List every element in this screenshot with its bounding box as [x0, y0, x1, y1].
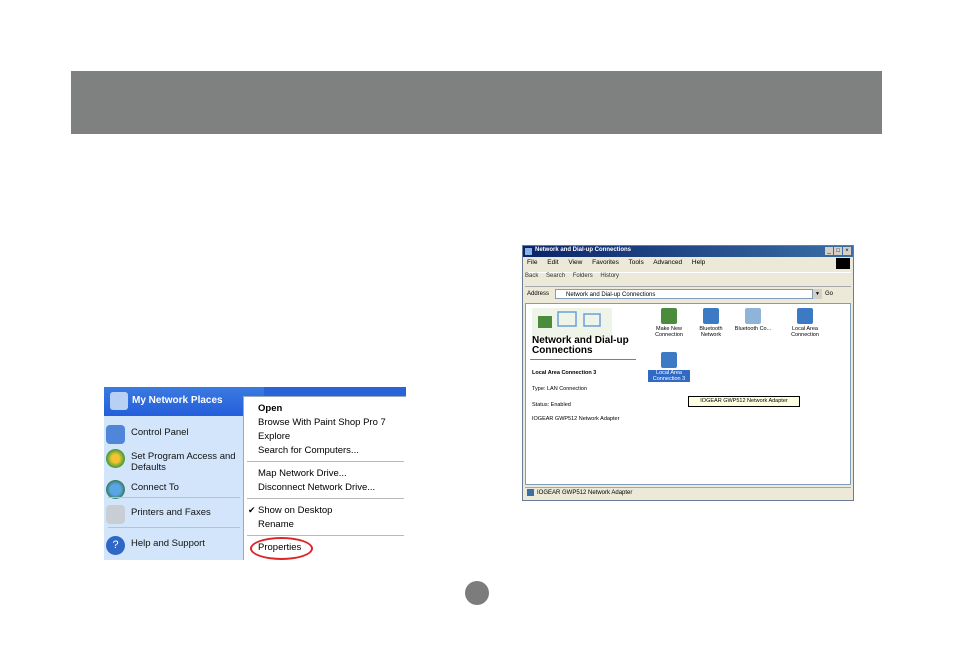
folder-content: Network and Dial-up Connections Local Ar…	[525, 303, 851, 485]
context-menu-item-show-on-desktop[interactable]: Show on Desktop	[258, 505, 332, 516]
status-network-icon	[527, 488, 534, 496]
bluetooth-network-item[interactable]: Bluetooth Network	[690, 308, 732, 338]
icon-label: Local Area Connection 3	[648, 370, 690, 382]
bluetooth-connection-item[interactable]: Bluetooth Co...	[732, 308, 774, 332]
minimize-icon[interactable]: _	[825, 247, 833, 255]
start-menu-item-label: Help and Support	[131, 538, 205, 549]
windows-logo-icon	[836, 258, 850, 269]
address-bar: Address Network and Dial-up Connections …	[525, 288, 851, 301]
start-menu-item-control-panel[interactable]: Control Panel	[106, 423, 242, 447]
network-connection-icon	[797, 308, 813, 324]
search-button[interactable]: Search	[546, 273, 565, 279]
help-icon: ?	[106, 536, 125, 555]
explorer-window-screenshot: Network and Dial-up Connections _ □ × Fi…	[522, 245, 854, 501]
menu-bar: File Edit View Favorites Tools Advanced …	[527, 259, 849, 269]
context-menu-item-explore[interactable]: Explore	[258, 431, 290, 442]
menu-favorites[interactable]: Favorites	[592, 259, 619, 266]
icon-label: Make New Connection	[655, 326, 683, 338]
network-places-icon	[110, 392, 128, 410]
context-menu-divider	[247, 461, 404, 462]
network-connection-icon	[661, 352, 677, 368]
history-button[interactable]: History	[600, 273, 619, 279]
control-panel-icon	[106, 425, 125, 444]
header-band	[71, 71, 882, 134]
start-menu-item-help[interactable]: ? Help and Support	[106, 534, 242, 558]
context-menu-divider	[247, 535, 404, 536]
context-menu-item-map-drive[interactable]: Map Network Drive...	[258, 468, 347, 479]
start-menu-item-printers[interactable]: Printers and Faxes	[106, 503, 242, 527]
start-menu-item-connect-to[interactable]: Connect To	[106, 478, 242, 502]
context-menu-item-rename[interactable]: Rename	[258, 519, 294, 530]
folders-button[interactable]: Folders	[573, 273, 593, 279]
maximize-icon[interactable]: □	[834, 247, 842, 255]
menu-file[interactable]: File	[527, 259, 537, 266]
connection-status: Status: Enabled	[532, 402, 571, 408]
start-menu-item-label: Set Program Access and Defaults	[131, 451, 236, 473]
back-button[interactable]: Back	[525, 273, 538, 279]
network-connection-icon	[745, 308, 761, 324]
toolbar: Back Search Folders History	[525, 272, 851, 287]
start-menu-item-program-access[interactable]: Set Program Access and Defaults	[106, 447, 242, 475]
checkmark-icon: ✔	[248, 505, 256, 515]
page-number-dot	[465, 581, 489, 605]
printer-icon	[106, 505, 125, 524]
icon-label: Local Area Connection	[791, 326, 819, 338]
menu-help[interactable]: Help	[692, 259, 705, 266]
menu-advanced[interactable]: Advanced	[653, 259, 682, 266]
window-icon	[525, 248, 532, 255]
panel-divider	[530, 359, 636, 360]
connection-adapter: IOGEAR GWP512 Network Adapter	[532, 416, 620, 422]
connection-name: Local Area Connection 3	[532, 370, 597, 376]
context-menu: Open Browse With Paint Shop Pro 7 Explor…	[243, 396, 406, 560]
make-new-connection-item[interactable]: Make New Connection	[648, 308, 690, 338]
my-network-places-label: My Network Places	[132, 395, 223, 406]
menu-edit[interactable]: Edit	[547, 259, 558, 266]
context-menu-item-disconnect-drive[interactable]: Disconnect Network Drive...	[258, 482, 375, 493]
new-connection-icon	[661, 308, 677, 324]
start-menu-item-label: Connect To	[131, 482, 179, 493]
icon-label: Bluetooth Network	[699, 326, 723, 338]
menu-view[interactable]: View	[568, 259, 582, 266]
my-network-places-item[interactable]: My Network Places	[104, 387, 264, 416]
properties-highlight-circle	[250, 537, 313, 560]
address-label: Address	[527, 291, 550, 297]
start-menu-divider	[108, 497, 240, 498]
close-icon[interactable]: ×	[843, 247, 851, 255]
window-title: Network and Dial-up Connections	[535, 247, 632, 253]
connection-type: Type: LAN Connection	[532, 386, 588, 392]
start-menu-item-label: Control Panel	[131, 427, 189, 438]
status-text: IOGEAR GWP512 Network Adapter	[537, 490, 633, 496]
context-menu-item-open[interactable]: Open	[258, 403, 282, 414]
local-area-connection-item[interactable]: Local Area Connection	[784, 308, 826, 338]
go-button[interactable]: Go	[825, 291, 833, 297]
status-bar: IOGEAR GWP512 Network Adapter	[525, 487, 851, 499]
start-menu-divider	[108, 527, 240, 528]
adapter-tooltip: IOGEAR GWP512 Network Adapter	[688, 396, 800, 407]
address-input[interactable]: Network and Dial-up Connections	[555, 289, 813, 299]
start-menu-screenshot: My Network Places Control Panel Set Prog…	[104, 387, 406, 560]
panel-title: Network and Dial-up Connections	[532, 335, 629, 356]
local-area-connection-3-item[interactable]: Local Area Connection 3	[648, 352, 690, 382]
context-menu-divider	[247, 498, 404, 499]
network-banner-icon	[532, 308, 612, 338]
window-title-bar: Network and Dial-up Connections _ □ ×	[523, 246, 853, 257]
chevron-down-icon[interactable]: ▼	[813, 289, 822, 299]
start-menu-item-label: Printers and Faxes	[131, 507, 211, 518]
menu-tools[interactable]: Tools	[629, 259, 644, 266]
context-menu-item-browse[interactable]: Browse With Paint Shop Pro 7	[258, 417, 386, 428]
icon-label: Bluetooth Co...	[734, 326, 772, 332]
program-access-icon	[106, 449, 125, 468]
network-connection-icon	[703, 308, 719, 324]
context-menu-item-search[interactable]: Search for Computers...	[258, 445, 359, 456]
